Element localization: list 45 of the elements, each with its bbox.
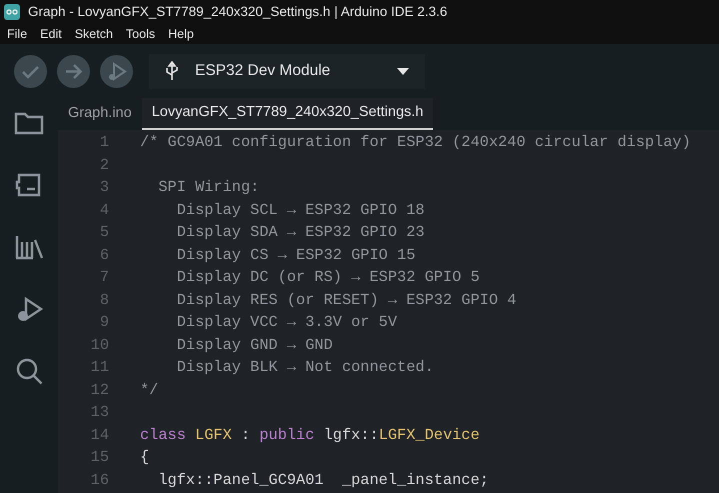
menu-item[interactable]: Sketch (68, 24, 119, 44)
code-line: */ (140, 380, 158, 400)
code-line: { (140, 447, 150, 468)
usb-icon (165, 61, 179, 81)
line-number: 4 (98, 200, 110, 220)
line-number: 12 (90, 380, 110, 400)
debug-button[interactable] (100, 54, 133, 88)
line-number: 8 (98, 290, 110, 310)
line-number: 15 (90, 447, 110, 468)
code-line: lgfx::Panel_GC9A01 _panel_instance; (157, 470, 489, 490)
board-selector[interactable]: ESP32 Dev Module (149, 54, 425, 88)
editor-tab[interactable]: LovyanGFX_ST7789_240x320_Settings.h (142, 98, 434, 130)
code-line: SPI Wiring: (157, 177, 260, 198)
line-number: 2 (98, 154, 110, 176)
line-number: 13 (90, 402, 110, 423)
menu-item[interactable]: File (0, 24, 34, 44)
line-number: 3 (98, 177, 110, 198)
window-title: Graph - LovyanGFX_ST7789_240x320_Settings.h | Arduino IDE 2.3.6 (28, 2, 448, 21)
search-icon[interactable] (14, 356, 44, 386)
line-number: 16 (90, 470, 110, 490)
code-line: class LGFX : public lgfx::LGFX_Device (140, 424, 480, 446)
code-line: Display VCC → 3.3V or 5V (176, 312, 398, 333)
line-number: 9 (98, 312, 110, 333)
menu-item[interactable]: Help (161, 24, 200, 44)
code-line: /* GC9A01 configuration for ESP32 (240x240 circular display) (140, 132, 691, 153)
line-number: 5 (98, 222, 110, 243)
menu-item[interactable]: Edit (33, 24, 68, 44)
line-number: 6 (98, 244, 110, 266)
app-logo-icon (4, 4, 20, 20)
code-line: Display GND → GND (176, 334, 333, 356)
verify-button[interactable] (14, 54, 47, 88)
line-number: 10 (90, 334, 110, 356)
menu-item[interactable]: Tools (118, 24, 162, 44)
line-number: 11 (90, 357, 110, 378)
code-line: Display BLK → Not connected. (176, 357, 434, 378)
code-line: Display RES (or RESET) → ESP32 GPIO 4 (176, 290, 516, 310)
code-line: Display CS → ESP32 GPIO 15 (176, 244, 416, 266)
caret-icon (397, 68, 409, 74)
code-line: Display SDA → ESP32 GPIO 23 (176, 222, 425, 243)
upload-button[interactable] (57, 54, 90, 88)
code-line: Display SCL → ESP32 GPIO 18 (176, 200, 425, 220)
code-line: Display DC (or RS) → ESP32 GPIO 5 (176, 267, 480, 288)
line-number: 1 (98, 132, 110, 153)
line-number: 7 (98, 267, 110, 288)
line-number: 14 (90, 424, 110, 446)
